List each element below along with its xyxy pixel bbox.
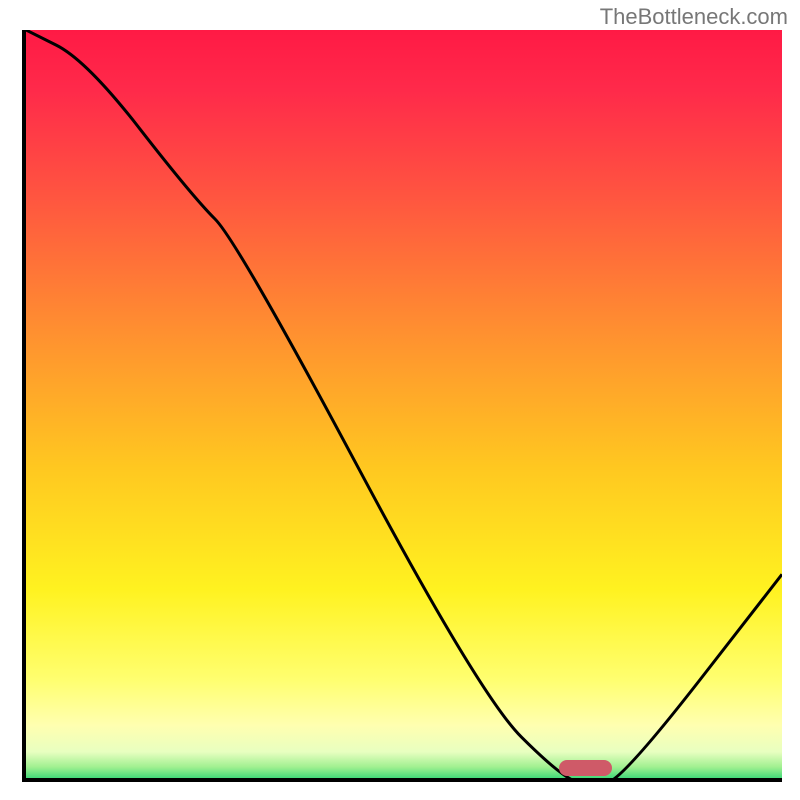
- plot-inner: [26, 30, 782, 778]
- optimal-marker: [559, 760, 612, 776]
- chart-area: [22, 30, 782, 782]
- watermark-text: TheBottleneck.com: [600, 4, 788, 30]
- line-curve: [26, 30, 782, 778]
